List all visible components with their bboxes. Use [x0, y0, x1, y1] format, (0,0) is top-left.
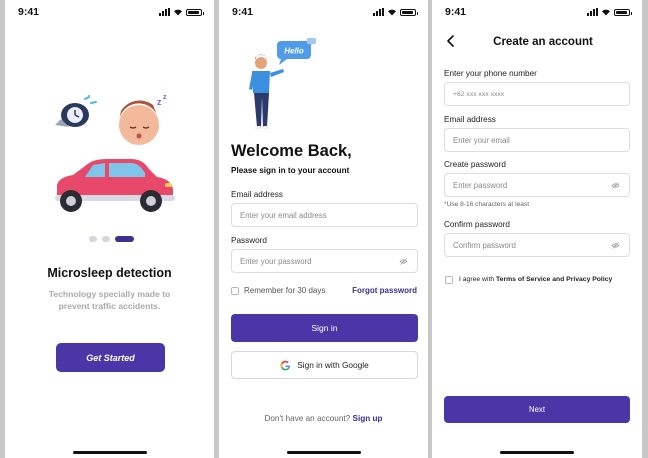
page-dot-1[interactable]: [89, 236, 97, 242]
password-placeholder: Enter your password: [240, 256, 312, 266]
email-placeholder: Enter your email address: [240, 210, 327, 220]
welcome-heading: Welcome Back,: [231, 142, 352, 160]
phone-placeholder: +62 xxx xxx xxxx: [453, 90, 505, 98]
hello-bubble-text: Hello: [284, 47, 304, 56]
signal-icon: [587, 8, 598, 16]
svg-text:z: z: [157, 97, 162, 107]
status-time: 9:41: [18, 6, 40, 18]
page-dot-3-active[interactable]: [115, 236, 134, 242]
sign-up-link[interactable]: Sign up: [353, 414, 383, 423]
page-dot-2[interactable]: [102, 236, 110, 242]
next-button[interactable]: Next: [444, 396, 630, 423]
agree-checkbox[interactable]: [445, 276, 453, 284]
svg-text:z: z: [163, 95, 167, 101]
sign-in-button[interactable]: Sign in: [231, 314, 418, 342]
google-button-label: Sign in with Google: [297, 360, 369, 370]
wifi-icon: [174, 9, 182, 16]
confirm-password-label: Confirm password: [444, 220, 510, 229]
agree-text: I agree with Terms of Service and Privac…: [459, 276, 612, 283]
google-icon: [280, 360, 291, 370]
battery-icon: [614, 8, 632, 16]
create-account-heading: Create an account: [493, 36, 593, 48]
onboarding-description: Technology specially made to prevent tra…: [48, 289, 171, 311]
home-indicator: [286, 451, 361, 454]
status-bar: 9:41: [5, 6, 214, 20]
email-field[interactable]: Enter your email address: [231, 203, 418, 227]
create-password-placeholder: Enter password: [453, 180, 508, 190]
confirm-password-placeholder: Confirm password: [453, 240, 516, 250]
email-label: Email address: [444, 115, 496, 124]
battery-icon: [186, 8, 204, 16]
forgot-password-link[interactable]: Forgot password: [352, 286, 417, 295]
onboarding-screen: 9:41 z z Microsleep detection Technology…: [5, 0, 214, 458]
status-time: 9:41: [232, 6, 254, 18]
no-account-text: Don't have an account?: [264, 414, 351, 423]
wifi-icon: [602, 9, 610, 16]
email-field[interactable]: Enter your email: [444, 128, 630, 152]
signal-icon: [373, 8, 384, 16]
eye-off-icon[interactable]: [611, 242, 620, 249]
page-indicator: [89, 236, 134, 242]
create-account-screen: 9:41 Create an account Enter your phone …: [432, 0, 642, 458]
remember-checkbox[interactable]: [231, 287, 239, 295]
phone-field[interactable]: +62 xxx xxx xxxx: [444, 82, 630, 106]
status-bar: 9:41: [432, 6, 642, 20]
create-password-field[interactable]: Enter password: [444, 173, 630, 197]
eye-off-icon[interactable]: [399, 258, 408, 265]
create-password-label: Create password: [444, 160, 506, 169]
agree-prefix: I agree with: [459, 276, 495, 283]
signal-icon: [159, 8, 170, 16]
eye-off-icon[interactable]: [611, 182, 620, 189]
signin-screen: 9:41 Hello Welcome Back, Please sign in …: [219, 0, 428, 458]
home-indicator: [500, 451, 574, 454]
onboarding-title: Microsleep detection: [47, 266, 172, 280]
get-started-button[interactable]: Get Started: [56, 343, 165, 372]
welcome-subheading: Please sign in to your account: [231, 166, 350, 175]
email-placeholder: Enter your email: [453, 135, 510, 145]
no-account-prompt: Don't have an account? Sign up: [219, 414, 428, 423]
phone-label: Enter your phone number: [444, 69, 537, 78]
microsleep-illustration: z z: [55, 95, 175, 212]
status-bar: 9:41: [219, 6, 428, 20]
home-indicator: [72, 451, 147, 454]
terms-link[interactable]: Terms of Service and Privacy Policy: [496, 276, 612, 283]
battery-icon: [400, 8, 418, 16]
email-label: Email address: [231, 190, 283, 199]
password-field[interactable]: Enter your password: [231, 249, 418, 273]
password-label: Password: [231, 236, 267, 245]
password-hint: *Use 8-16 characters at least: [444, 201, 530, 208]
remember-label: Remember for 30 days: [244, 286, 326, 295]
hello-person-illustration: Hello: [249, 38, 316, 129]
wifi-icon: [388, 9, 396, 16]
sign-in-google-button[interactable]: Sign in with Google: [231, 351, 418, 379]
status-time: 9:41: [445, 6, 467, 18]
confirm-password-field[interactable]: Confirm password: [444, 233, 630, 257]
